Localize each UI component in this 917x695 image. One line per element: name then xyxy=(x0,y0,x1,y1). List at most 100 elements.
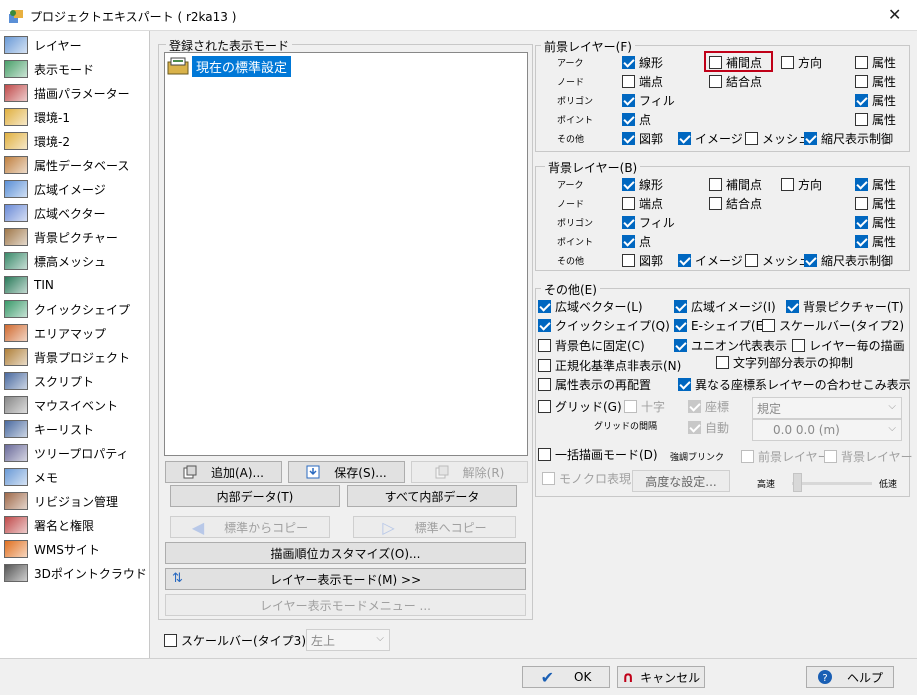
wide-vector-checkbox[interactable]: 広域ベクター(L) xyxy=(538,297,643,315)
foreground-arc-a-checkbox[interactable]: 線形 xyxy=(622,53,663,71)
sidebar-item[interactable]: エリアマップ xyxy=(4,321,106,345)
copy-from-standard-button[interactable]: ◀ 標準からコピー xyxy=(170,516,330,538)
list-item[interactable]: 現在の標準設定 xyxy=(167,55,292,77)
background-node-d-checkbox[interactable]: 属性 xyxy=(855,194,896,212)
background-project-icon xyxy=(4,348,28,366)
sidebar-item[interactable]: スクリプト xyxy=(4,369,94,393)
sidebar-item[interactable]: TIN xyxy=(4,273,54,297)
per-layer-draw-checkbox[interactable]: レイヤー毎の描画 xyxy=(792,336,905,354)
sidebar-item[interactable]: クイックシェイプ xyxy=(4,297,130,321)
foreground-point-a-checkbox[interactable]: 点 xyxy=(622,110,651,128)
relayout-checkbox[interactable]: 属性表示の再配置 xyxy=(538,375,651,393)
background-arc-c-checkbox[interactable]: 方向 xyxy=(781,175,822,193)
row-label: その他 xyxy=(557,135,585,145)
sidebar-item[interactable]: リビジョン管理 xyxy=(4,489,118,513)
foreground-arc-c-checkbox[interactable]: 方向 xyxy=(781,53,822,71)
sidebar-item[interactable]: 背景プロジェクト xyxy=(4,345,130,369)
sidebar-item[interactable]: WMSサイト xyxy=(4,537,100,561)
hide-norm-checkbox[interactable]: 正規化基準点非表示(N) xyxy=(538,356,681,374)
bg-picture-checkbox[interactable]: 背景ピクチャー(T) xyxy=(786,297,904,315)
foreground-node-a-checkbox[interactable]: 端点 xyxy=(622,72,663,90)
batch-draw-checkbox[interactable]: 一括描画モード(D) xyxy=(538,445,658,463)
copy-to-standard-button[interactable]: ▷ 標準へコピー xyxy=(353,516,516,538)
background-title: 背景レイヤー(B) xyxy=(545,159,641,176)
suppress-text-checkbox[interactable]: 文字列部分表示の抑制 xyxy=(716,353,853,371)
save-button[interactable]: 保存(S)... xyxy=(288,461,405,483)
cancel-button[interactable]: ∩ キャンセル xyxy=(617,666,705,688)
foreground-other-d-checkbox[interactable]: 縮尺表示制御 xyxy=(804,129,893,147)
background-other-a-checkbox[interactable]: 図郭 xyxy=(622,251,663,269)
sidebar-item[interactable]: 描画パラメーター xyxy=(4,81,130,105)
foreground-other-a-checkbox[interactable]: 図郭 xyxy=(622,129,663,147)
all-internal-button[interactable]: すべて内部データ xyxy=(347,485,517,507)
draw-order-button[interactable]: 描画順位カスタマイズ(O)... xyxy=(165,542,526,564)
background-other-d-checkbox[interactable]: 縮尺表示制御 xyxy=(804,251,893,269)
wide-image-checkbox[interactable]: 広域イメージ(I) xyxy=(674,297,776,315)
background-point-d-checkbox[interactable]: 属性 xyxy=(855,232,896,250)
grid-standard-select[interactable]: 規定 ⌵ xyxy=(752,397,902,419)
foreground-point-d-checkbox[interactable]: 属性 xyxy=(855,110,896,128)
wms-icon xyxy=(4,540,28,558)
ok-button[interactable]: ✔ OK xyxy=(522,666,610,688)
close-icon[interactable]: ✕ xyxy=(888,5,901,24)
layer-mode-menu-button[interactable]: レイヤー表示モードメニュー ... xyxy=(165,594,526,616)
internal-data-button[interactable]: 内部データ(T) xyxy=(170,485,340,507)
remove-button[interactable]: 解除(R) xyxy=(411,461,528,483)
coord-checkbox[interactable]: 座標 xyxy=(688,397,729,415)
grid-interval-select[interactable]: 0.0 0.0 (m) ⌵ xyxy=(752,419,902,441)
foreground-arc-d-checkbox[interactable]: 属性 xyxy=(855,53,896,71)
help-button[interactable]: ? ヘルプ xyxy=(806,666,894,688)
sidebar-item[interactable]: キーリスト xyxy=(4,417,94,441)
scalebar3-position-select[interactable]: 左上 ⌵ xyxy=(306,629,390,651)
scalebar3-checkbox[interactable]: スケールバー(タイプ3) xyxy=(164,631,306,649)
speed-slider-thumb[interactable] xyxy=(793,473,802,492)
auto-checkbox[interactable]: 自動 xyxy=(688,418,729,436)
advanced-settings-button[interactable]: 高度な設定... xyxy=(632,470,730,492)
sidebar-item[interactable]: 広域ベクター xyxy=(4,201,106,225)
foreground-polygon-d-checkbox[interactable]: 属性 xyxy=(855,91,896,109)
sidebar-item[interactable]: 広域イメージ xyxy=(4,177,106,201)
foreground-polygon-a-checkbox[interactable]: フィル xyxy=(622,91,675,109)
background-arc-b-checkbox[interactable]: 補間点 xyxy=(709,175,762,193)
sidebar-item[interactable]: 環境-1 xyxy=(4,105,70,129)
e-shape-checkbox[interactable]: E-シェイプ(E) xyxy=(674,316,768,334)
bg-layer-blink-checkbox[interactable]: 背景レイヤー xyxy=(824,447,913,465)
background-polygon-d-checkbox[interactable]: 属性 xyxy=(855,213,896,231)
cross-checkbox[interactable]: 十字 xyxy=(624,397,665,415)
background-node-b-checkbox[interactable]: 結合点 xyxy=(709,194,762,212)
grid-checkbox[interactable]: グリッド(G) xyxy=(538,397,622,415)
sidebar-item[interactable]: マウスイベント xyxy=(4,393,118,417)
background-arc-a-checkbox[interactable]: 線形 xyxy=(622,175,663,193)
foreground-node-b-checkbox[interactable]: 結合点 xyxy=(709,72,762,90)
sidebar-item[interactable]: 環境-2 xyxy=(4,129,70,153)
fix-bg-color-checkbox[interactable]: 背景色に固定(C) xyxy=(538,336,645,354)
background-other-b-checkbox[interactable]: イメージ xyxy=(678,251,743,269)
modes-list[interactable]: 現在の標準設定 xyxy=(164,52,528,456)
sidebar-item[interactable]: 表示モード xyxy=(4,57,94,81)
add-button[interactable]: 追加(A)... xyxy=(165,461,282,483)
background-point-a-checkbox[interactable]: 点 xyxy=(622,232,651,250)
sidebar-item[interactable]: レイヤー xyxy=(4,33,82,57)
overlay-crs-checkbox[interactable]: 異なる座標系レイヤーの合わせこみ表示 xyxy=(678,375,911,393)
sidebar-item[interactable]: 署名と権限 xyxy=(4,513,94,537)
speed-slider-track[interactable] xyxy=(792,482,872,485)
background-other-c-checkbox[interactable]: メッシュ xyxy=(745,251,810,269)
sidebar-item[interactable]: 3Dポイントクラウド xyxy=(4,561,147,585)
background-node-a-checkbox[interactable]: 端点 xyxy=(622,194,663,212)
foreground-other-b-checkbox[interactable]: イメージ xyxy=(678,129,743,147)
background-polygon-a-checkbox[interactable]: フィル xyxy=(622,213,675,231)
background-arc-d-checkbox[interactable]: 属性 xyxy=(855,175,896,193)
foreground-other-c-checkbox[interactable]: メッシュ xyxy=(745,129,810,147)
layer-mode-button[interactable]: ⇅ レイヤー表示モード(M) >> xyxy=(165,568,526,590)
sidebar-item[interactable]: 標高メッシュ xyxy=(4,249,106,273)
scalebar2-checkbox[interactable]: スケールバー(タイプ2) xyxy=(762,316,904,334)
mono-checkbox[interactable]: モノクロ表現 xyxy=(542,469,631,487)
union-checkbox[interactable]: ユニオン代表表示 xyxy=(674,336,787,354)
sidebar-item[interactable]: 背景ピクチャー xyxy=(4,225,118,249)
foreground-node-d-checkbox[interactable]: 属性 xyxy=(855,72,896,90)
sidebar-item[interactable]: メモ xyxy=(4,465,58,489)
sidebar-item[interactable]: 属性データベース xyxy=(4,153,129,177)
fg-layer-blink-checkbox[interactable]: 前景レイヤー xyxy=(741,447,830,465)
sidebar-item[interactable]: ツリープロパティ xyxy=(4,441,129,465)
quick-shape-checkbox[interactable]: クイックシェイプ(Q) xyxy=(538,316,670,334)
